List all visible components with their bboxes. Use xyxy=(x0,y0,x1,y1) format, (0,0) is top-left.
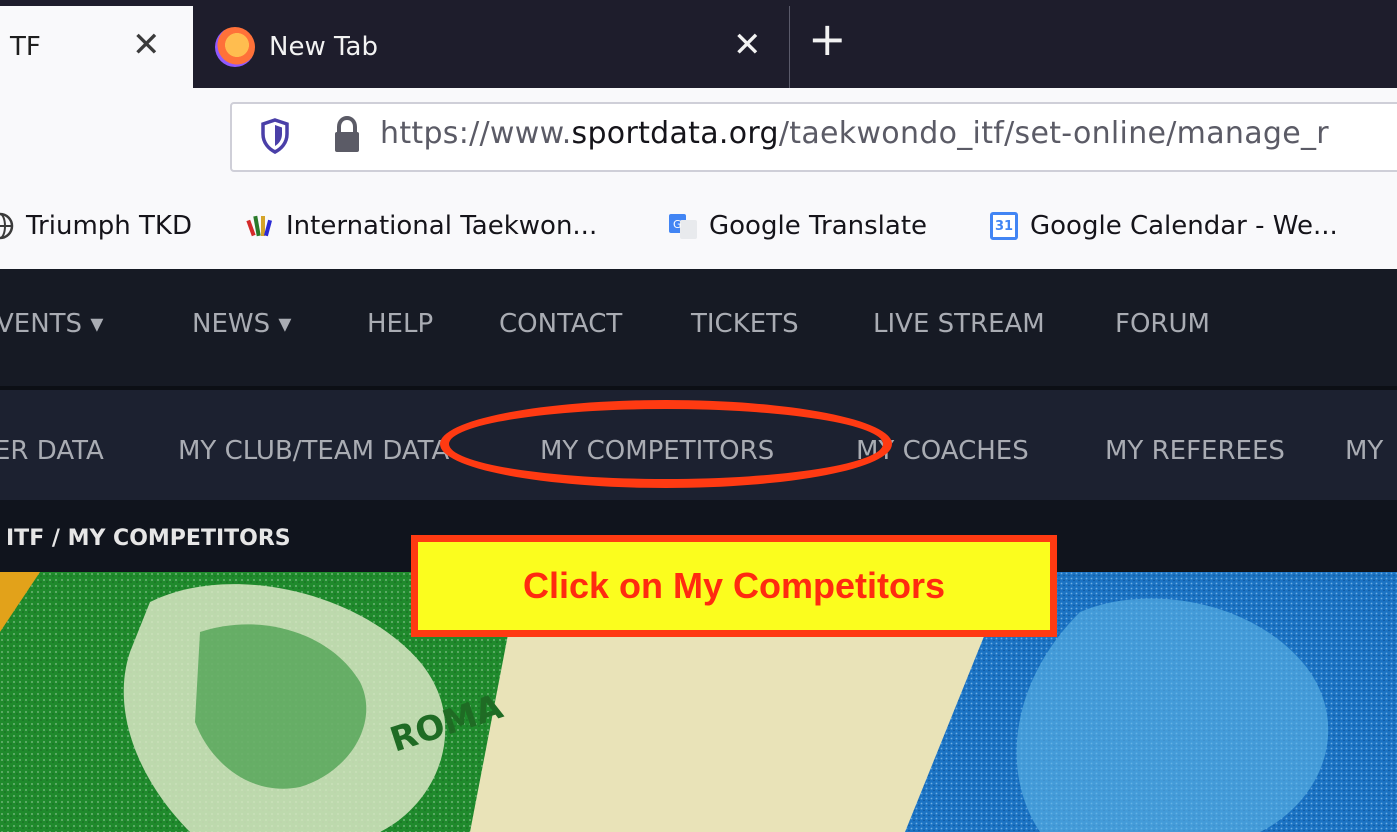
bookmark-google-translate[interactable]: G Google Translate xyxy=(669,204,927,248)
url-text[interactable]: https://www.sportdata.org/taekwondo_itf/… xyxy=(380,116,1329,151)
bookmarks-toolbar: Triumph TKD International Taekwon... G G… xyxy=(0,186,1397,269)
nav-contact[interactable]: CONTACT xyxy=(499,309,622,339)
nav-help[interactable]: HELP xyxy=(367,309,433,339)
browser-tab-strip: TF ✕ New Tab ✕ + xyxy=(0,0,1397,88)
nav-live-stream[interactable]: LIVE STREAM xyxy=(873,309,1045,339)
nav-tickets[interactable]: TICKETS xyxy=(691,309,799,339)
account-sub-nav: ER DATA MY CLUB/TEAM DATA MY COMPETITORS… xyxy=(0,390,1397,500)
tracking-protection-shield-icon[interactable] xyxy=(260,118,290,154)
instruction-callout: Click on My Competitors xyxy=(411,535,1057,637)
bookmark-label: Google Calendar - We... xyxy=(1030,211,1338,241)
tab-sportdata[interactable]: TF ✕ xyxy=(0,6,193,88)
subnav-my-referees[interactable]: MY REFEREES xyxy=(1105,436,1285,466)
breadcrumb: ITF / MY COMPETITORS xyxy=(6,526,291,551)
tab-title: New Tab xyxy=(269,32,378,62)
address-bar[interactable]: https://www.sportdata.org/taekwondo_itf/… xyxy=(230,102,1397,172)
nav-news[interactable]: NEWS ▾ xyxy=(192,309,291,339)
svg-text:G: G xyxy=(673,218,682,231)
url-domain: sportdata.org xyxy=(571,116,779,151)
nav-events[interactable]: VENTS ▾ xyxy=(0,309,103,339)
url-prefix: https://www. xyxy=(380,116,572,151)
globe-icon xyxy=(0,212,14,240)
bookmark-google-calendar[interactable]: 31 Google Calendar - We... xyxy=(990,204,1338,248)
browser-navigation-bar: https://www.sportdata.org/taekwondo_itf/… xyxy=(0,88,1397,186)
subnav-more[interactable]: MY xyxy=(1345,436,1383,466)
itf-logo-icon xyxy=(246,215,273,237)
bookmark-label: Google Translate xyxy=(709,211,928,241)
lock-icon[interactable] xyxy=(332,116,362,154)
google-translate-icon: G xyxy=(669,214,697,239)
nav-forum[interactable]: FORUM xyxy=(1115,309,1210,339)
subnav-my-coaches[interactable]: MY COACHES xyxy=(856,436,1029,466)
callout-text: Click on My Competitors xyxy=(522,565,946,606)
bookmark-triumph-tkd[interactable]: Triumph TKD xyxy=(0,204,192,248)
bookmark-international-taekwondo[interactable]: International Taekwon... xyxy=(246,204,597,248)
tab-title: TF xyxy=(10,32,41,62)
bookmark-label: International Taekwon... xyxy=(286,211,598,241)
subnav-user-data[interactable]: ER DATA xyxy=(0,436,104,466)
bookmark-label: Triumph TKD xyxy=(26,211,192,241)
firefox-logo-icon xyxy=(215,27,255,67)
url-path: /taekwondo_itf/set-online/manage_r xyxy=(778,116,1329,151)
new-tab-button[interactable]: + xyxy=(808,12,847,66)
subnav-my-competitors[interactable]: MY COMPETITORS xyxy=(540,436,774,466)
subnav-my-club-team-data[interactable]: MY CLUB/TEAM DATA xyxy=(178,436,449,466)
google-calendar-icon: 31 xyxy=(990,212,1018,240)
site-main-nav: VENTS ▾ NEWS ▾ HELP CONTACT TICKETS LIVE… xyxy=(0,269,1397,386)
tab-new-tab[interactable]: New Tab ✕ xyxy=(193,6,790,88)
close-tab-icon[interactable]: ✕ xyxy=(132,28,161,62)
close-tab-icon[interactable]: ✕ xyxy=(733,28,762,62)
